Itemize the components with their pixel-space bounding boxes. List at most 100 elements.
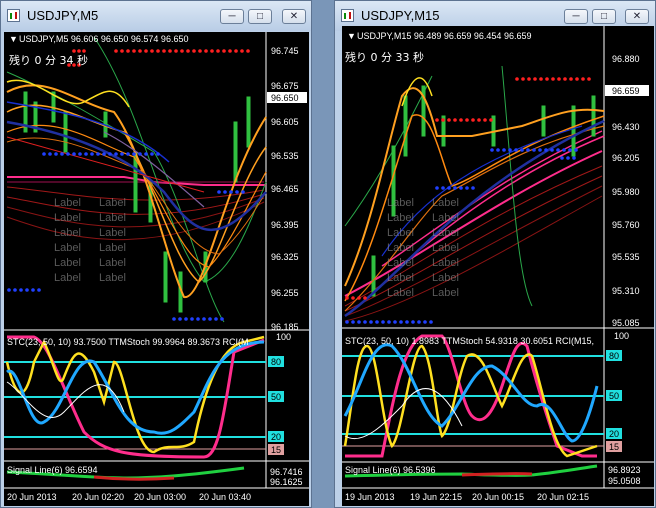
svg-text:Label: Label — [432, 197, 459, 209]
svg-text:96.8923: 96.8923 — [608, 465, 641, 475]
svg-text:96.1625: 96.1625 — [270, 477, 303, 487]
chart-area[interactable]: Label Label Label Label Label Label Label La… — [4, 32, 309, 506]
close-button[interactable]: ✕ — [625, 9, 649, 24]
chart-area[interactable]: Label Label Label Label Label Label Label La… — [342, 26, 654, 506]
svg-text:20 Jun 02:15: 20 Jun 02:15 — [537, 492, 589, 502]
svg-text:96.880: 96.880 — [612, 54, 640, 64]
signal-header: Signal Line(6) 96.5396 — [345, 465, 436, 475]
svg-text:95.535: 95.535 — [612, 252, 640, 262]
time-axis: 20 Jun 2013 20 Jun 02:20 20 Jun 03:00 20… — [7, 492, 251, 502]
svg-text:50: 50 — [609, 391, 619, 401]
red-dot-series — [67, 49, 250, 67]
svg-text:96.430: 96.430 — [612, 122, 640, 132]
svg-text:20: 20 — [271, 432, 281, 442]
svg-text:Label: Label — [432, 287, 459, 299]
svg-text:Label: Label — [99, 212, 126, 224]
window-title: USDJPY,M15 — [361, 8, 440, 23]
svg-text:80: 80 — [609, 351, 619, 361]
time-axis: 19 Jun 2013 19 Jun 22:15 20 Jun 00:15 20… — [345, 492, 589, 502]
svg-text:Label: Label — [432, 257, 459, 269]
signal-pane: Signal Line(6) 96.5396 96.8923 95.0508 — [344, 464, 641, 486]
svg-text:95.0508: 95.0508 — [608, 476, 641, 486]
svg-text:95.980: 95.980 — [612, 187, 640, 197]
svg-text:Label: Label — [54, 272, 81, 284]
minimize-button[interactable]: ─ — [220, 9, 244, 24]
chart-header: USDJPY,M5 96.606 96.650 96.574 96.650 — [19, 34, 188, 44]
svg-text:Label: Label — [432, 272, 459, 284]
svg-text:96.395: 96.395 — [271, 220, 299, 230]
svg-text:Label: Label — [54, 242, 81, 254]
svg-text:20: 20 — [609, 429, 619, 439]
svg-text:Label: Label — [432, 242, 459, 254]
svg-text:Label: Label — [387, 197, 414, 209]
oscillator-pane: STC(23, 50, 10) 93.7500 TTMStoch 99.9964… — [4, 332, 291, 459]
bar-countdown: 残り 0 分 34 秒 — [9, 53, 88, 67]
svg-text:20 Jun 2013: 20 Jun 2013 — [7, 492, 57, 502]
svg-text:Label: Label — [387, 242, 414, 254]
rci-line — [6, 340, 265, 435]
blue-dot-series — [345, 148, 578, 324]
chart-canvas[interactable]: Label Label Label Label Label Label Label La… — [4, 32, 309, 506]
bar-countdown: 残り 0 分 33 秒 — [345, 50, 424, 64]
chart-app-icon — [341, 9, 354, 22]
svg-text:100: 100 — [276, 332, 291, 342]
close-button[interactable]: ✕ — [282, 9, 306, 24]
svg-text:Label: Label — [387, 212, 414, 224]
ma-ribbon-line — [344, 175, 603, 312]
svg-text:Label: Label — [432, 227, 459, 239]
svg-text:95.085: 95.085 — [612, 318, 640, 328]
svg-text:20 Jun 03:00: 20 Jun 03:00 — [134, 492, 186, 502]
maximize-button[interactable]: □ — [592, 9, 616, 24]
svg-text:Label: Label — [99, 227, 126, 239]
osc-header: STC(23, 50, 10) 1.8983 TTMStoch 54.9318 … — [345, 336, 594, 346]
ttm-stoch-line — [5, 335, 265, 454]
chart-window-m5[interactable]: USDJPY,M5 ─ □ ✕ Label Label Label Label … — [0, 0, 312, 508]
svg-text:Label: Label — [387, 287, 414, 299]
svg-text:96.185: 96.185 — [271, 322, 299, 332]
chart-menu-icon[interactable]: ▼ — [9, 34, 18, 44]
svg-text:100: 100 — [614, 331, 629, 341]
svg-text:80: 80 — [271, 357, 281, 367]
current-price-label: 96.659 — [612, 86, 640, 96]
svg-text:96.745: 96.745 — [271, 46, 299, 56]
svg-text:19 Jun 22:15: 19 Jun 22:15 — [410, 492, 462, 502]
svg-text:15: 15 — [271, 445, 281, 455]
ghost-label-grid: Label Label Label Label Label Label Label La… — [387, 197, 459, 299]
signal-header: Signal Line(6) 96.6594 — [7, 465, 98, 475]
svg-text:19 Jun 2013: 19 Jun 2013 — [345, 492, 395, 502]
current-price-label: 96.650 — [271, 93, 299, 103]
minimize-button[interactable]: ─ — [564, 9, 588, 24]
chart-app-icon — [7, 9, 20, 22]
svg-text:20 Jun 02:20: 20 Jun 02:20 — [72, 492, 124, 502]
svg-text:20 Jun 00:15: 20 Jun 00:15 — [472, 492, 524, 502]
svg-text:15: 15 — [609, 442, 619, 452]
svg-text:Label: Label — [54, 227, 81, 239]
svg-text:Label: Label — [99, 272, 126, 284]
svg-text:96.465: 96.465 — [271, 184, 299, 194]
maximize-button[interactable]: □ — [248, 9, 272, 24]
svg-text:Label: Label — [99, 197, 126, 209]
svg-text:96.675: 96.675 — [271, 81, 299, 91]
signal-pane: Signal Line(6) 96.6594 96.7416 96.1625 — [6, 465, 303, 487]
svg-text:Label: Label — [387, 272, 414, 284]
ma-ribbon-line — [344, 195, 603, 322]
svg-text:96.535: 96.535 — [271, 151, 299, 161]
svg-text:Label: Label — [387, 257, 414, 269]
svg-text:96.605: 96.605 — [271, 117, 299, 127]
magenta-band-line — [344, 150, 603, 297]
svg-text:96.205: 96.205 — [612, 153, 640, 163]
chart-menu-icon[interactable]: ▼ — [347, 31, 356, 41]
osc-header: STC(23, 50, 10) 93.7500 TTMStoch 99.9964… — [7, 337, 248, 347]
svg-text:20 Jun 03:40: 20 Jun 03:40 — [199, 492, 251, 502]
rci-line — [343, 343, 599, 443]
svg-text:95.310: 95.310 — [612, 286, 640, 296]
chart-canvas[interactable]: Label Label Label Label Label Label Label La… — [342, 26, 654, 506]
svg-text:Label: Label — [54, 257, 81, 269]
svg-text:96.7416: 96.7416 — [270, 467, 303, 477]
chart-window-m15[interactable]: USDJPY,M15 ─ □ ✕ Label Label Label Label… — [334, 0, 656, 508]
svg-text:Label: Label — [54, 212, 81, 224]
oscillator-pane: STC(23, 50, 10) 1.8983 TTMStoch 54.9318 … — [342, 331, 629, 458]
svg-text:Label: Label — [99, 257, 126, 269]
window-title: USDJPY,M5 — [27, 8, 99, 23]
titlebar[interactable]: USDJPY,M5 ─ □ ✕ — [1, 1, 311, 31]
